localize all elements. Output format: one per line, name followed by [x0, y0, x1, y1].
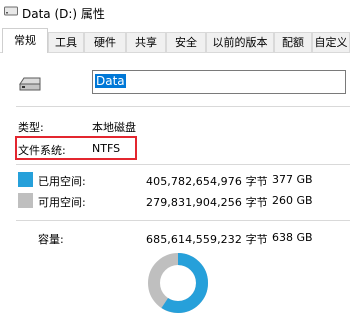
highlight-box: [15, 136, 137, 160]
tab-tools[interactable]: 工具: [48, 32, 84, 52]
usage-donut-chart: [148, 253, 208, 313]
tab-divider: [0, 52, 350, 53]
free-space-size: 260 GB: [272, 194, 313, 207]
tab-customize[interactable]: 自定义: [312, 32, 350, 52]
free-space-swatch: [18, 193, 33, 208]
capacity-size: 638 GB: [272, 231, 313, 244]
divider: [16, 164, 350, 165]
hard-drive-icon: [19, 77, 41, 91]
capacity-label: 容量:: [38, 233, 64, 246]
type-value: 本地磁盘: [92, 121, 136, 134]
tab-security[interactable]: 安全: [166, 32, 206, 52]
divider: [16, 106, 350, 107]
used-space-swatch: [18, 172, 33, 187]
tab-sharing[interactable]: 共享: [126, 32, 166, 52]
used-space-bytes: 405,782,654,976 字节: [146, 175, 268, 188]
used-space-label: 已用空间:: [38, 175, 86, 188]
divider: [16, 220, 350, 221]
type-label: 类型:: [18, 121, 44, 134]
tab-quota[interactable]: 配额: [274, 32, 312, 52]
tab-general[interactable]: 常规: [2, 28, 48, 53]
capacity-bytes: 685,614,559,232 字节: [146, 233, 268, 246]
window-title: Data (D:) 属性: [22, 7, 105, 21]
free-space-bytes: 279,831,904,256 字节: [146, 196, 268, 209]
title-bar: Data (D:) 属性: [0, 0, 350, 26]
free-space-label: 可用空间:: [38, 196, 86, 209]
drive-name-text: Data: [95, 74, 126, 88]
used-space-size: 377 GB: [272, 173, 313, 186]
drive-name-field[interactable]: Data: [92, 70, 346, 94]
tab-bar: 常规 工具 硬件 共享 安全 以前的版本 配额 自定义: [0, 26, 350, 53]
drive-icon: [4, 6, 18, 16]
tab-hardware[interactable]: 硬件: [84, 32, 126, 52]
tab-previous-versions[interactable]: 以前的版本: [206, 32, 274, 52]
